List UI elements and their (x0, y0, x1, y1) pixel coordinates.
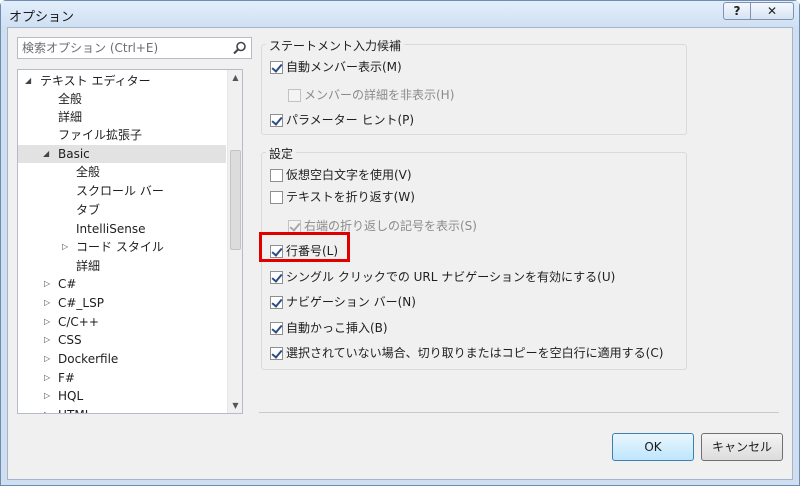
line-numbers-highlight (259, 232, 350, 262)
window-title: オプション (9, 10, 75, 25)
collapsed-arrow-icon[interactable]: ▷ (44, 294, 50, 312)
tree-item-tabs[interactable]: タブ (18, 201, 226, 219)
options-dialog: オプション ? ✕ ◢ テキスト エディター 全般 詳細 ファイル拡張子 (0, 0, 800, 486)
search-box[interactable] (17, 37, 252, 59)
checkbox[interactable] (270, 169, 283, 182)
checkbox[interactable] (270, 347, 283, 360)
collapsed-arrow-icon[interactable]: ▷ (44, 406, 50, 413)
ok-button[interactable]: OK (612, 433, 694, 461)
tree-item-scroll-bar[interactable]: スクロール バー (18, 182, 226, 200)
search-icon[interactable] (232, 40, 248, 56)
scroll-up-arrow-icon[interactable]: ▲ (228, 70, 242, 85)
checkbox[interactable] (270, 61, 283, 74)
collapsed-arrow-icon[interactable]: ▷ (44, 369, 50, 387)
separator (259, 412, 779, 413)
expanded-arrow-icon[interactable]: ◢ (43, 145, 49, 163)
checkbox[interactable] (270, 322, 283, 335)
help-button[interactable]: ? (723, 2, 751, 20)
tree-item-csharp-lsp[interactable]: ▷ C#_LSP (18, 294, 226, 312)
cancel-button[interactable]: キャンセル (701, 433, 783, 461)
tree-item-css[interactable]: ▷ CSS (18, 331, 226, 349)
tree-item-basic[interactable]: ◢ Basic (18, 145, 226, 163)
expanded-arrow-icon[interactable]: ◢ (25, 72, 31, 90)
checkbox[interactable] (270, 296, 283, 309)
tree-item-basic-general[interactable]: 全般 (18, 163, 226, 181)
search-input[interactable] (18, 38, 228, 58)
tree-item-text-editor[interactable]: ◢ テキスト エディター (18, 72, 226, 90)
collapsed-arrow-icon[interactable]: ▷ (62, 238, 68, 256)
scrollbar-thumb[interactable] (230, 150, 241, 250)
title-bar: オプション ? ✕ (1, 1, 799, 27)
checkbox[interactable] (270, 191, 283, 204)
tree-item-fsharp[interactable]: ▷ F# (18, 369, 226, 387)
tree-scrollbar[interactable]: ▲ ▼ (227, 70, 242, 413)
collapsed-arrow-icon[interactable]: ▷ (44, 313, 50, 331)
statement-completion-group: ステートメント入力候補 自動メンバー表示(M) メンバーの詳細を非表示(H) パ… (261, 37, 687, 135)
tree-item-hql[interactable]: ▷ HQL (18, 387, 226, 405)
scroll-down-arrow-icon[interactable]: ▼ (228, 398, 242, 413)
tree-item-basic-advanced[interactable]: 詳細 (18, 257, 226, 275)
collapsed-arrow-icon[interactable]: ▷ (44, 387, 50, 405)
tree-item-cpp[interactable]: ▷ C/C++ (18, 313, 226, 331)
group-title: ステートメント入力候補 (266, 37, 405, 54)
tree-item-html[interactable]: ▷ HTML (18, 406, 226, 413)
collapsed-arrow-icon[interactable]: ▷ (44, 350, 50, 368)
tree-item-dockerfile[interactable]: ▷ Dockerfile (18, 350, 226, 368)
tree-item-advanced[interactable]: 詳細 (18, 108, 226, 126)
checkbox[interactable] (270, 271, 283, 284)
tree-item-file-extension[interactable]: ファイル拡張子 (18, 126, 226, 144)
tree-item-csharp[interactable]: ▷ C# (18, 275, 226, 293)
group-title: 設定 (266, 145, 297, 162)
checkbox[interactable] (270, 114, 283, 127)
collapsed-arrow-icon[interactable]: ▷ (44, 275, 50, 293)
tree-item-general[interactable]: 全般 (18, 90, 226, 108)
tree-item-intellisense[interactable]: IntelliSense (18, 220, 226, 238)
collapsed-arrow-icon[interactable]: ▷ (44, 331, 50, 349)
dialog-client-area: ◢ テキスト エディター 全般 詳細 ファイル拡張子 ◢ Basic 全般 スク… (7, 27, 793, 480)
tree-item-code-style[interactable]: ▷ コード スタイル (18, 238, 226, 256)
checkbox (288, 89, 301, 102)
close-button[interactable]: ✕ (750, 2, 794, 20)
options-tree[interactable]: ◢ テキスト エディター 全般 詳細 ファイル拡張子 ◢ Basic 全般 スク… (17, 69, 243, 414)
